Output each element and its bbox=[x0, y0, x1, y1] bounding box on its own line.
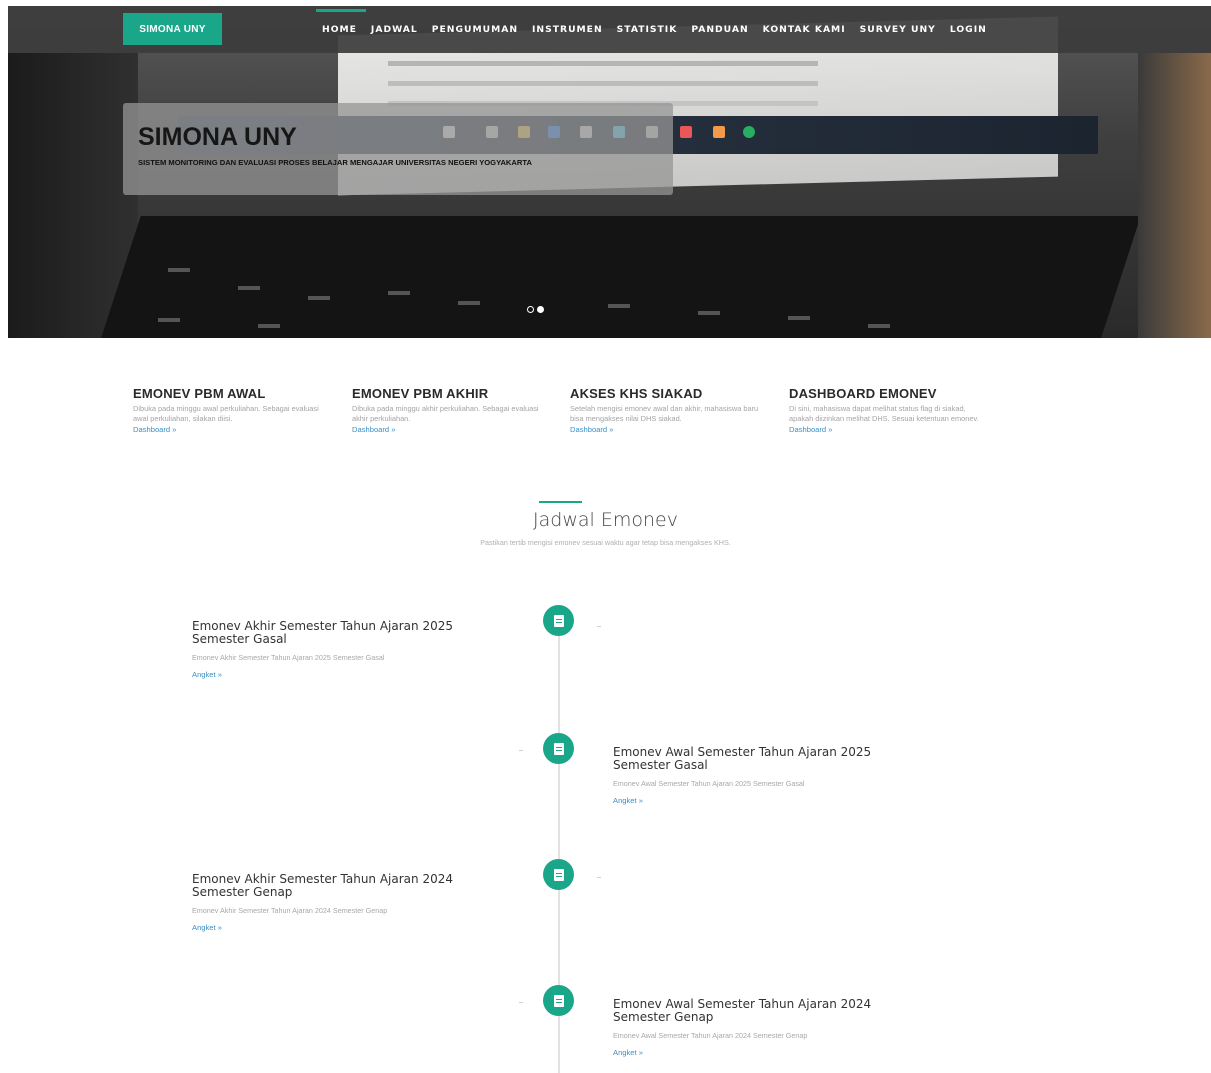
feature-title: EMONEV PBM AKHIR bbox=[352, 386, 489, 401]
nav-menu: HOME JADWAL PENGUMUMAN INSTRUMEN STATIST… bbox=[322, 6, 1001, 53]
timeline-connector bbox=[597, 626, 601, 627]
angket-link[interactable]: Angket » bbox=[613, 796, 903, 805]
photo-key bbox=[158, 318, 180, 322]
photo-key bbox=[868, 324, 890, 328]
feature-dashboard-link[interactable]: Dashboard » bbox=[352, 425, 547, 434]
nav-instrumen[interactable]: INSTRUMEN bbox=[532, 24, 603, 35]
photo-key bbox=[168, 268, 190, 272]
feature-desc: Dibuka pada minggu akhir perkuliahan. Se… bbox=[352, 404, 539, 423]
feature-desc: Dibuka pada minggu awal perkuliahan. Seb… bbox=[133, 404, 319, 423]
nav-home[interactable]: HOME bbox=[322, 24, 357, 35]
angket-link[interactable]: Angket » bbox=[192, 670, 482, 679]
timeline-item-desc: Emonev Akhir Semester Tahun Ajaran 2025 … bbox=[192, 653, 385, 662]
section-subtitle: Pastikan tertib mengisi emonev sesuai wa… bbox=[480, 538, 731, 547]
timeline-item-desc: Emonev Awal Semester Tahun Ajaran 2025 S… bbox=[613, 779, 805, 788]
timeline-item-title: Emonev Akhir Semester Tahun Ajaran 2025 … bbox=[192, 619, 453, 646]
photo-key bbox=[258, 324, 280, 328]
feature-emonev-awal: EMONEV PBM AWAL Dibuka pada minggu awal … bbox=[133, 386, 328, 434]
photo-key bbox=[388, 291, 410, 295]
feature-dashboard-link[interactable]: Dashboard » bbox=[570, 425, 765, 434]
feature-emonev-akhir: EMONEV PBM AKHIR Dibuka pada minggu akhi… bbox=[352, 386, 547, 434]
file-icon bbox=[553, 742, 564, 755]
timeline-connector bbox=[519, 750, 523, 751]
nav-panduan[interactable]: PANDUAN bbox=[691, 24, 748, 35]
carousel-indicators bbox=[527, 306, 547, 313]
section-title: Jadwal Emonev bbox=[533, 509, 678, 531]
timeline-node bbox=[543, 733, 574, 764]
feature-title: EMONEV PBM AWAL bbox=[133, 386, 266, 401]
photo-key bbox=[308, 296, 330, 300]
section-accent-line bbox=[539, 501, 582, 503]
photo-taskbar-icon bbox=[680, 126, 692, 138]
file-icon bbox=[553, 994, 564, 1007]
photo-key bbox=[238, 286, 260, 290]
feature-title: DASHBOARD EMONEV bbox=[789, 386, 937, 401]
hero-caption: SIMONA UNY SISTEM MONITORING DAN EVALUAS… bbox=[123, 103, 673, 195]
navbar: SIMONA UNY HOME JADWAL PENGUMUMAN INSTRU… bbox=[8, 6, 1211, 53]
photo-keyboard bbox=[95, 216, 1141, 338]
timeline-item-desc: Emonev Awal Semester Tahun Ajaran 2024 S… bbox=[613, 1031, 808, 1040]
photo-screen-lines bbox=[388, 61, 818, 66]
timeline-item-title: Emonev Awal Semester Tahun Ajaran 2025 S… bbox=[613, 745, 872, 772]
file-icon bbox=[553, 868, 564, 881]
nav-pengumuman[interactable]: PENGUMUMAN bbox=[432, 24, 518, 35]
photo-key bbox=[458, 301, 480, 305]
carousel-dot-1[interactable] bbox=[527, 306, 534, 313]
feature-desc: Di sini, mahasiswa dapat melihat status … bbox=[789, 404, 979, 423]
brand-button[interactable]: SIMONA UNY bbox=[123, 13, 222, 45]
photo-taskbar-icon bbox=[743, 126, 755, 138]
feature-title: AKSES KHS SIAKAD bbox=[570, 386, 703, 401]
timeline-item: Emonev Awal Semester Tahun Ajaran 2025 S… bbox=[613, 746, 903, 805]
feature-dashboard-link[interactable]: Dashboard » bbox=[133, 425, 328, 434]
photo-key bbox=[788, 316, 810, 320]
timeline-item-desc: Emonev Akhir Semester Tahun Ajaran 2024 … bbox=[192, 906, 388, 915]
photo-taskbar-icon bbox=[713, 126, 725, 138]
file-icon bbox=[553, 614, 564, 627]
timeline-item-title: Emonev Awal Semester Tahun Ajaran 2024 S… bbox=[613, 997, 872, 1024]
feature-dashboard-emonev: DASHBOARD EMONEV Di sini, mahasiswa dapa… bbox=[789, 386, 984, 434]
timeline-node bbox=[543, 985, 574, 1016]
photo-key bbox=[698, 311, 720, 315]
photo-key bbox=[608, 304, 630, 308]
angket-link[interactable]: Angket » bbox=[192, 923, 482, 932]
hero-title: SIMONA UNY bbox=[138, 123, 297, 151]
hero-carousel: SIMONA UNY HOME JADWAL PENGUMUMAN INSTRU… bbox=[8, 6, 1211, 338]
photo-table-edge bbox=[1138, 53, 1211, 338]
feature-desc: Setelah mengisi emonev awal dan akhir, m… bbox=[570, 404, 759, 423]
timeline-connector bbox=[519, 1002, 523, 1003]
timeline-node bbox=[543, 859, 574, 890]
hero-subtitle: SISTEM MONITORING DAN EVALUASI PROSES BE… bbox=[138, 158, 532, 167]
nav-survey-uny[interactable]: SURVEY UNY bbox=[860, 24, 936, 35]
nav-kontak-kami[interactable]: KONTAK KAMI bbox=[763, 24, 846, 35]
carousel-dot-2[interactable] bbox=[537, 306, 544, 313]
timeline-item: Emonev Akhir Semester Tahun Ajaran 2025 … bbox=[192, 620, 482, 679]
timeline-item: Emonev Akhir Semester Tahun Ajaran 2024 … bbox=[192, 873, 482, 932]
timeline-item-title: Emonev Akhir Semester Tahun Ajaran 2024 … bbox=[192, 872, 453, 899]
timeline-node bbox=[543, 605, 574, 636]
feature-dashboard-link[interactable]: Dashboard » bbox=[789, 425, 984, 434]
angket-link[interactable]: Angket » bbox=[613, 1048, 903, 1057]
nav-jadwal[interactable]: JADWAL bbox=[371, 24, 418, 35]
timeline-item: Emonev Awal Semester Tahun Ajaran 2024 S… bbox=[613, 998, 903, 1057]
timeline-connector bbox=[597, 877, 601, 878]
feature-akses-khs: AKSES KHS SIAKAD Setelah mengisi emonev … bbox=[570, 386, 765, 434]
nav-statistik[interactable]: STATISTIK bbox=[617, 24, 678, 35]
nav-login[interactable]: LOGIN bbox=[950, 24, 987, 35]
